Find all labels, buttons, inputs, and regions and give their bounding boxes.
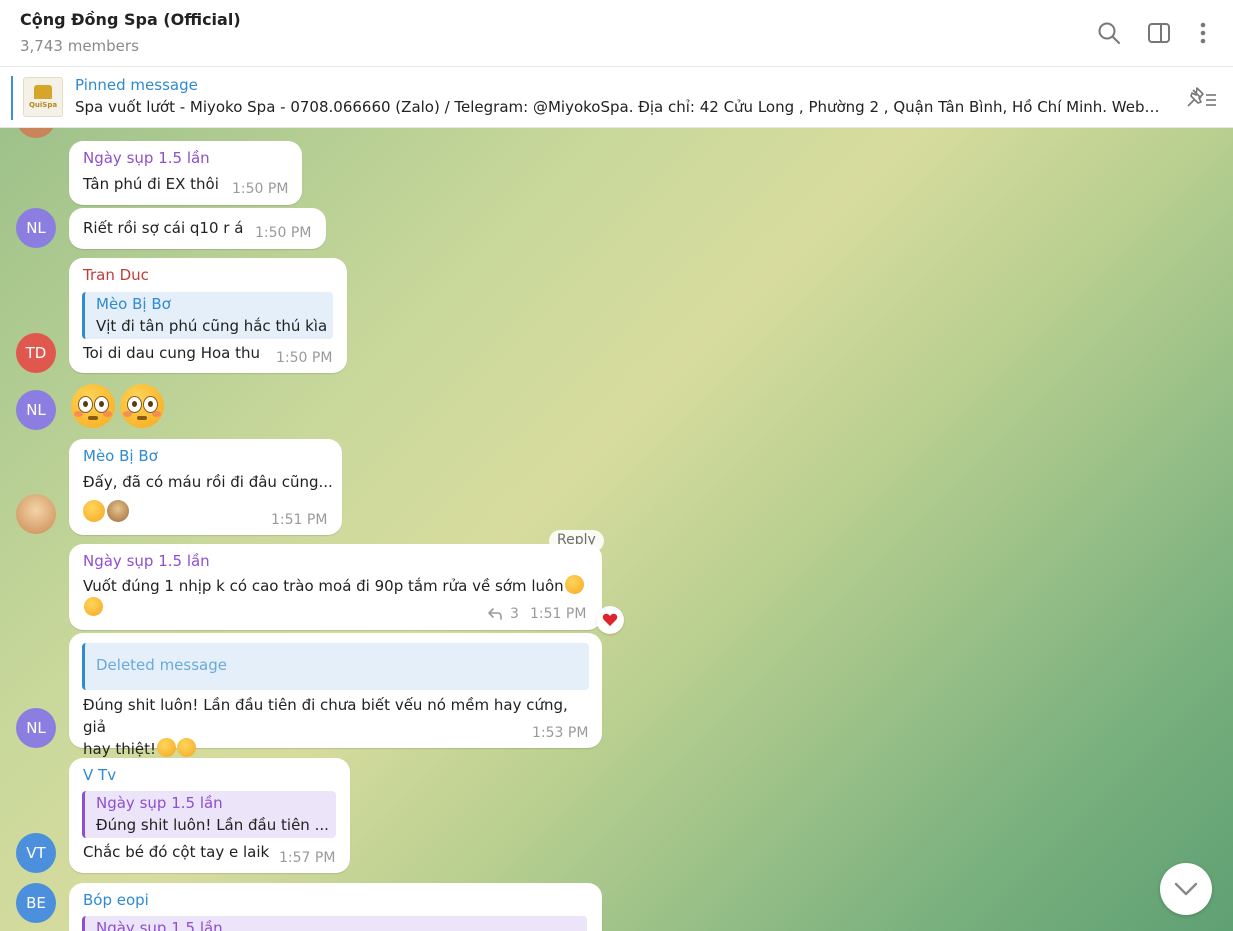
laughing-emoji-icon <box>84 597 103 616</box>
sender-name[interactable]: Ngày sụp 1.5 lần <box>83 552 210 570</box>
message-text: Toi di dau cung Hoa thu <box>83 344 261 362</box>
message-bubble[interactable]: Riết rồi sợ cái q10 r á 1:50 PM <box>69 208 326 249</box>
message-time: 1:53 PM <box>532 725 589 741</box>
quote-sender: Ngày sụp 1.5 lần <box>96 919 223 931</box>
avatar-cat-photo[interactable] <box>16 494 56 534</box>
sender-name[interactable]: Tran Duc <box>83 266 149 284</box>
crown-logo-icon <box>34 85 52 99</box>
message-text-line: hay thiệt! <box>83 740 157 758</box>
avatar[interactable] <box>16 128 56 138</box>
message-bubble[interactable]: Ngày sụp 1.5 lần Tân phú đi EX thôi 1:50… <box>69 141 302 205</box>
pin-list-icon[interactable] <box>1185 85 1219 111</box>
sender-name[interactable]: Ngày sụp 1.5 lần <box>83 149 210 167</box>
sender-name[interactable]: Mèo Bị Bơ <box>83 447 158 465</box>
message-text-line: Đúng shit luôn! Lần đầu tiên đi chưa biế… <box>83 696 568 736</box>
laughing-reaction-icon[interactable] <box>83 500 105 522</box>
reply-quote[interactable]: Deleted message <box>82 643 589 690</box>
member-count: 3,743 members <box>20 37 139 55</box>
avatar[interactable]: NL <box>16 390 56 430</box>
scroll-to-bottom-button[interactable] <box>1160 863 1212 915</box>
reply-arrow-icon[interactable] <box>487 607 503 621</box>
message-bubble[interactable]: Bóp eopi Ngày sụp 1.5 lần <box>69 883 602 931</box>
reply-count[interactable]: 3 <box>510 606 519 622</box>
message-text: Tân phú đi EX thôi <box>83 175 219 193</box>
heart-eyes-emoji-icon <box>177 738 197 757</box>
chat-title[interactable]: Cộng Đồng Spa (Official) <box>20 10 241 29</box>
reply-quote[interactable]: Ngày sụp 1.5 lần <box>82 916 587 931</box>
avatar[interactable]: NL <box>16 208 56 248</box>
heart-reaction-icon[interactable] <box>596 606 624 634</box>
pinned-thumbnail: QuiSpa <box>23 77 63 117</box>
pinned-label: Pinned message <box>75 76 198 94</box>
message-text: Đấy, đã có máu rồi đi đâu cũng... <box>83 473 333 491</box>
sender-name[interactable]: V Tv <box>83 766 116 784</box>
message-bubble[interactable]: Tran Duc Mèo Bị Bơ Vịt đi tân phú cũng h… <box>69 258 347 373</box>
more-menu-icon[interactable] <box>1190 20 1216 46</box>
message-time: 1:50 PM <box>232 181 289 197</box>
message-time: 1:57 PM <box>279 850 336 866</box>
chat-messages-area[interactable]: Ngày sụp 1.5 lần Tân phú đi EX thôi 1:50… <box>0 128 1233 931</box>
search-icon[interactable] <box>1096 20 1122 46</box>
quote-text: Vịt đi tân phú cũng hắc thú kìa <box>96 317 328 335</box>
message-bubble[interactable]: Mèo Bị Bơ Đấy, đã có máu rồi đi đâu cũng… <box>69 439 342 535</box>
avatar[interactable]: NL <box>16 708 56 748</box>
flushed-emoji-icon[interactable] <box>120 384 164 428</box>
quote-sender: Ngày sụp 1.5 lần <box>96 794 223 812</box>
heart-eyes-emoji-icon <box>157 738 177 757</box>
pinned-message-bar[interactable]: QuiSpa Pinned message Spa vuốt lướt - Mi… <box>0 68 1233 128</box>
message-bubble[interactable]: Deleted message Đúng shit luôn! Lần đầu … <box>69 633 602 758</box>
thumbnail-logo-text: QuiSpa <box>28 101 58 109</box>
message-bubble[interactable]: V Tv Ngày sụp 1.5 lần Đúng shit luôn! Lầ… <box>69 758 350 873</box>
reply-quote[interactable]: Ngày sụp 1.5 lần Đúng shit luôn! Lần đầu… <box>82 791 336 838</box>
quote-text: Đúng shit luôn! Lần đầu tiên ... <box>96 816 329 834</box>
message-text: Chắc bé đó cột tay e laik <box>83 843 270 861</box>
quote-sender: Mèo Bị Bơ <box>96 295 171 313</box>
reply-quote[interactable]: Mèo Bị Bơ Vịt đi tân phú cũng hắc thú kì… <box>82 292 333 339</box>
message-bubble[interactable]: Ngày sụp 1.5 lần Vuốt đúng 1 nhịp k có c… <box>69 544 602 630</box>
chat-header[interactable]: Cộng Đồng Spa (Official) 3,743 members <box>0 0 1233 67</box>
message-time: 1:51 PM <box>271 512 328 528</box>
message-text: Riết rồi sợ cái q10 r á <box>83 219 244 237</box>
quote-text: Deleted message <box>96 656 227 674</box>
flushed-emoji-icon[interactable] <box>71 384 115 428</box>
message-text-content: Vuốt đúng 1 nhịp k có cao trào moá đi 90… <box>83 577 564 595</box>
pinned-text: Spa vuốt lướt - Miyoko Spa - 0708.066660… <box>75 98 1165 116</box>
avatar[interactable]: VT <box>16 833 56 873</box>
sidebar-toggle-icon[interactable] <box>1146 20 1172 46</box>
pinned-indicator <box>11 76 13 120</box>
avatar[interactable]: TD <box>16 333 56 373</box>
message-time: 1:50 PM <box>255 225 312 241</box>
chevron-down-icon <box>1174 882 1198 896</box>
reactor-avatar[interactable] <box>107 500 129 522</box>
message-text: Đúng shit luôn! Lần đầu tiên đi chưa biế… <box>83 694 593 760</box>
message-time: 1:51 PM <box>530 606 587 622</box>
laughing-emoji-icon <box>564 575 584 594</box>
sender-name[interactable]: Bóp eopi <box>83 891 149 909</box>
avatar[interactable]: BE <box>16 883 56 923</box>
message-time: 1:50 PM <box>276 350 333 366</box>
